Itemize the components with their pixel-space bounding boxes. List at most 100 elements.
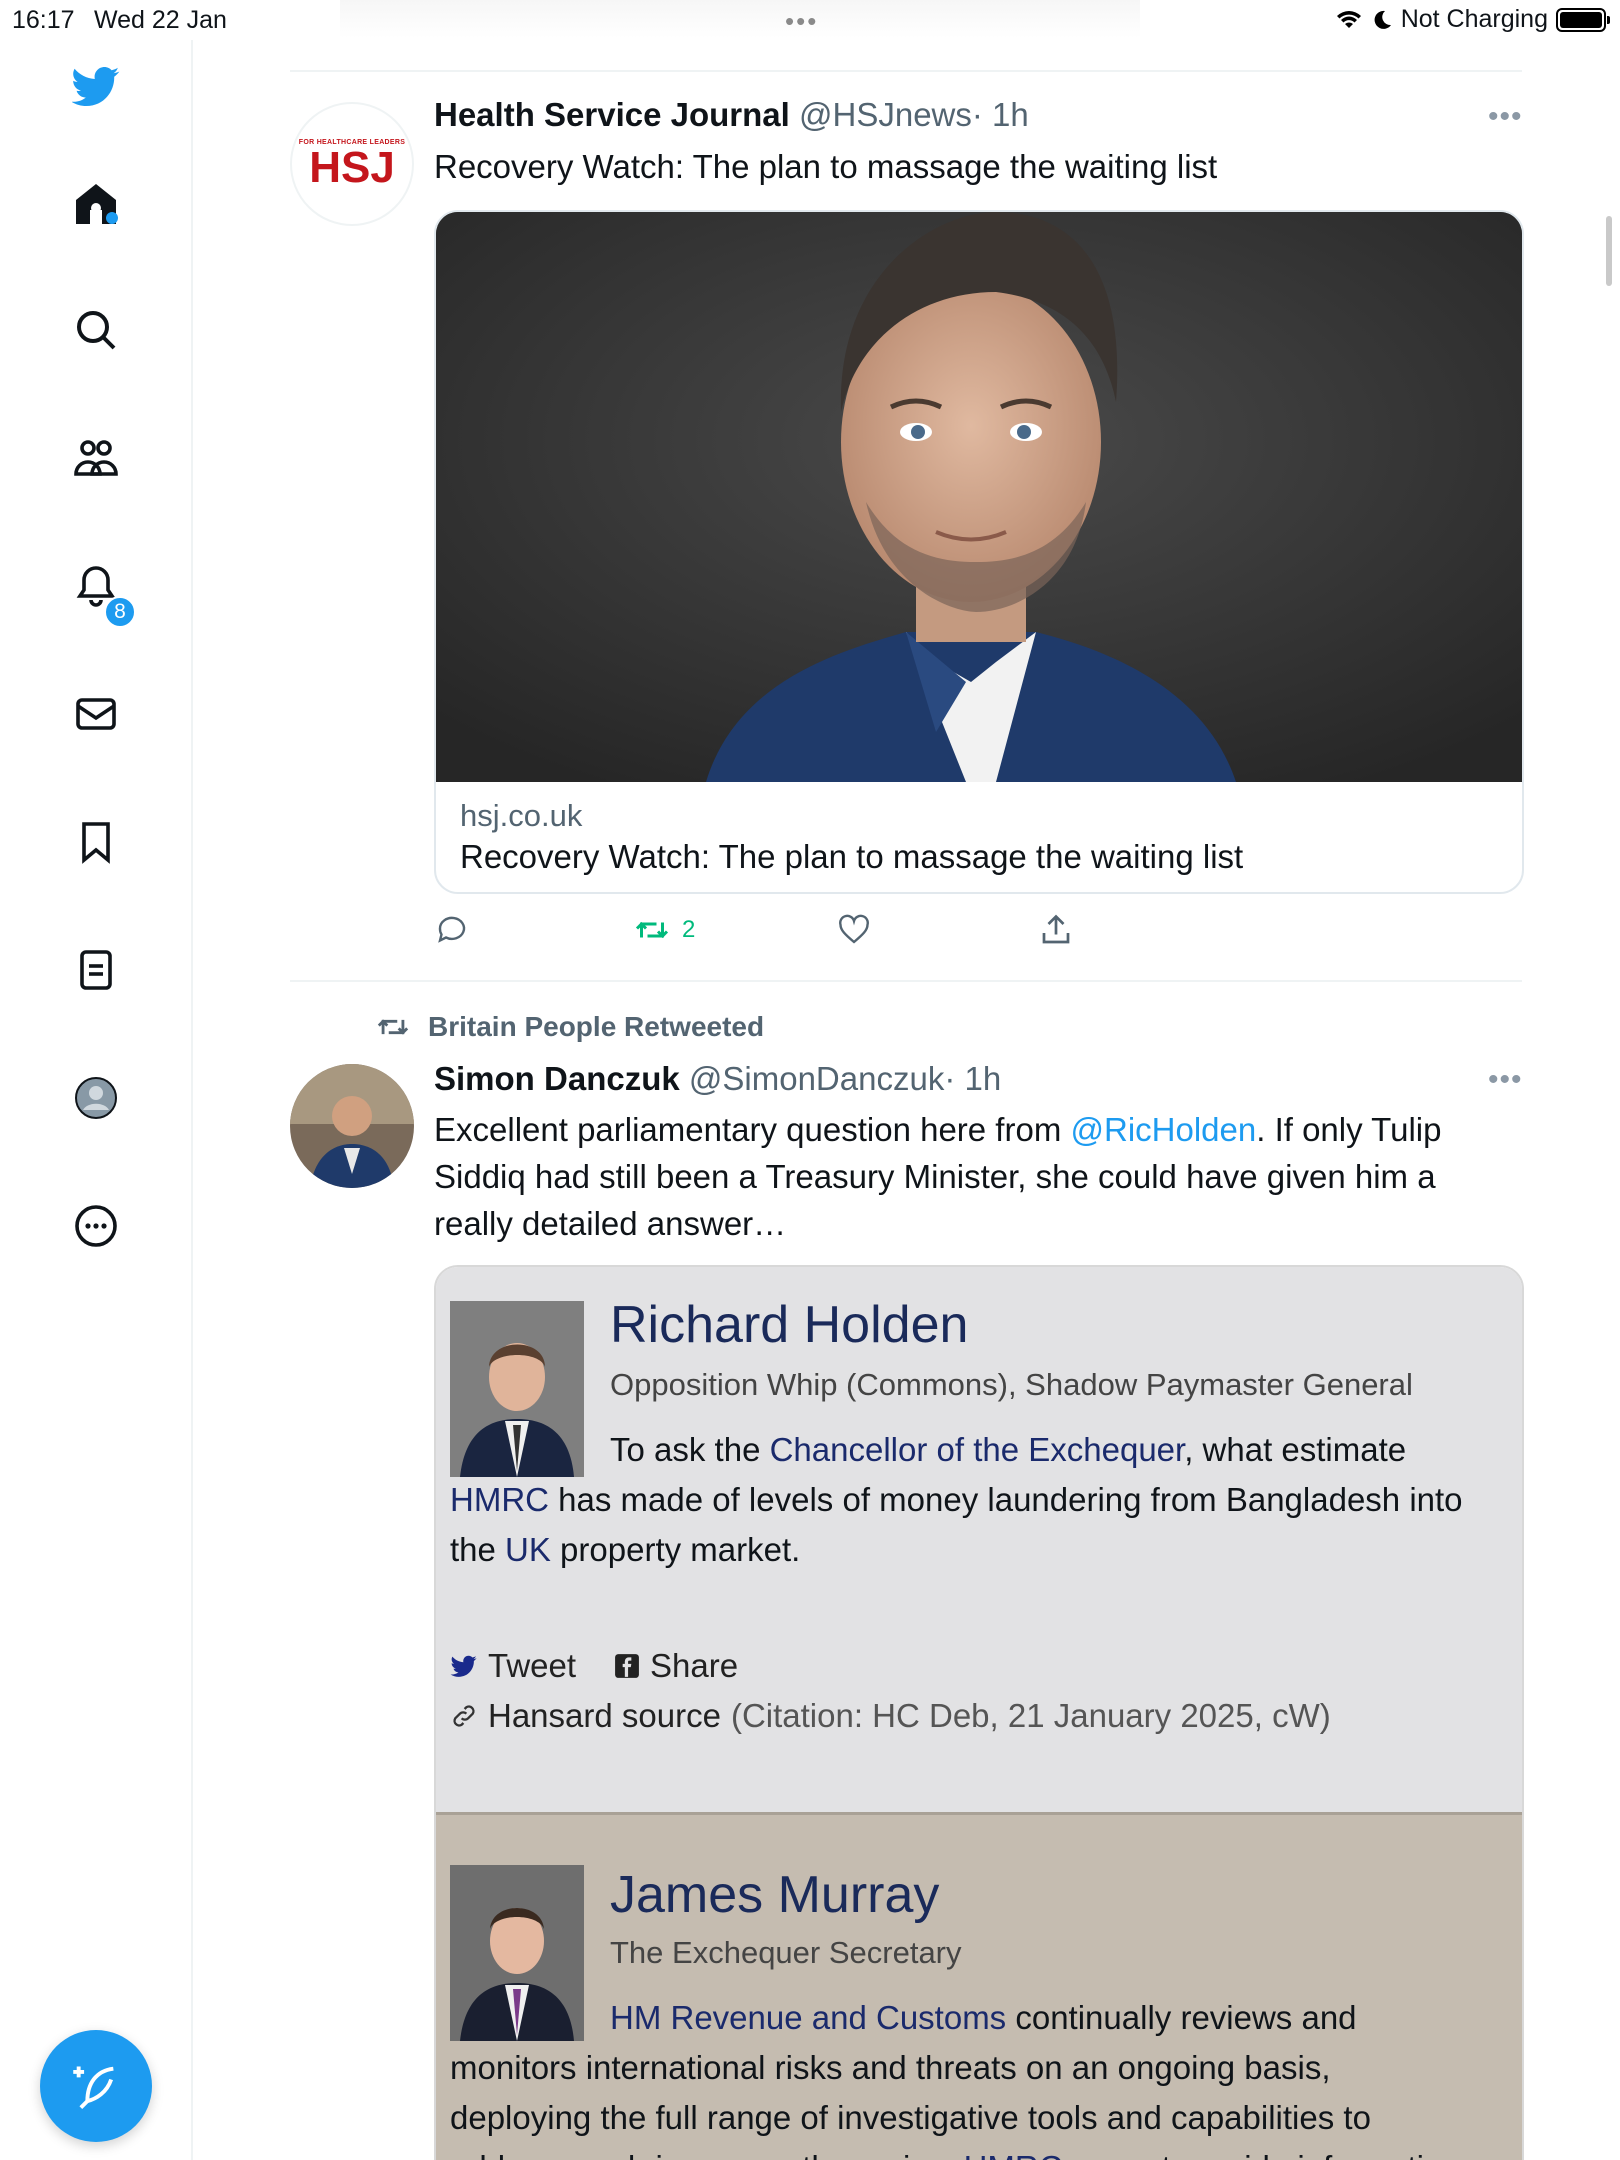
tweet-text: Excellent parliamentary question here fr… — [434, 1106, 1442, 1247]
questioner-name[interactable]: Richard Holden — [610, 1295, 968, 1355]
status-date: Wed 22 Jan — [94, 6, 227, 34]
hmrc-link[interactable]: HM Revenue and Customs — [610, 1999, 1006, 2036]
status-bar: 16:17 Wed 22 Jan ••• Not Charging — [0, 0, 1620, 40]
card-image — [436, 212, 1522, 782]
share-button[interactable] — [1038, 912, 1074, 948]
divider — [290, 70, 1522, 72]
tweet-header: Simon Danczuk @SimonDanczuk· 1h — [434, 1060, 1001, 1098]
card-domain: hsj.co.uk — [460, 798, 583, 833]
status-right: Not Charging — [1335, 5, 1610, 34]
sidebar: 8 — [0, 40, 193, 2160]
more-options-icon[interactable] — [68, 1198, 124, 1254]
share-icon — [1042, 914, 1070, 944]
facebook-share-link[interactable]: Share — [650, 1647, 738, 1685]
communities-icon[interactable] — [68, 430, 124, 486]
twitter-bird-icon[interactable] — [68, 58, 124, 114]
tweet-more-icon[interactable]: ••• — [1488, 1063, 1523, 1097]
question-text-line: HMRC has made of levels of money launder… — [450, 1475, 1463, 1525]
top-bar-blur — [340, 0, 1140, 38]
card-title: Recovery Watch: The plan to massage the … — [460, 838, 1244, 875]
retweet-icon — [377, 1019, 409, 1035]
notifications-badge: 8 — [104, 596, 136, 628]
answer-text: HM Revenue and Customs continually revie… — [610, 1993, 1357, 2043]
lists-icon[interactable] — [68, 942, 124, 998]
citation-text: (Citation: HC Deb, 21 January 2025, cW) — [730, 1697, 1331, 1734]
retweet-button[interactable]: 2 — [634, 912, 695, 948]
tweet-time: · 1h — [944, 1060, 1002, 1097]
answer-text-line: address such issues as they arise. HMRC … — [450, 2143, 1461, 2160]
retweet-icon — [635, 921, 669, 939]
battery-icon — [1556, 7, 1610, 32]
tweet-text-part: . If only Tulip — [1256, 1111, 1442, 1148]
tweet-text: Recovery Watch: The plan to massage the … — [434, 148, 1218, 185]
hansard-embed[interactable]: Richard Holden Opposition Whip (Commons)… — [434, 1265, 1524, 2160]
tweet-share-link[interactable]: Tweet — [488, 1647, 576, 1685]
bookmark-icon[interactable] — [68, 814, 124, 870]
question-text-part: property market. — [550, 1531, 801, 1568]
like-button[interactable] — [836, 912, 872, 948]
retweet-count: 2 — [682, 916, 696, 943]
scrollbar[interactable] — [1606, 216, 1612, 286]
question-section: Richard Holden Opposition Whip (Commons)… — [436, 1267, 1522, 1812]
retweeted-by-text[interactable]: Britain People Retweeted — [428, 1011, 764, 1043]
chancellor-link[interactable]: Chancellor of the Exchequer — [770, 1431, 1185, 1468]
author-handle[interactable]: @HSJnews — [799, 96, 972, 133]
answer-text-part: address such issues as they arise. — [450, 2149, 964, 2160]
tweet-header: Health Service Journal @HSJnews· 1h — [434, 96, 1029, 134]
answer-text-part: cannot provide information — [1063, 2149, 1461, 2160]
heart-icon — [839, 914, 869, 944]
question-text: To ask the Chancellor of the Exchequer, … — [610, 1425, 1406, 1475]
author-name[interactable]: Simon Danczuk — [434, 1060, 680, 1097]
status-time: 16:17 — [12, 6, 75, 34]
question-text-part: has made of levels of money laundering f… — [548, 1481, 1463, 1518]
question-text-part: , what estimate — [1184, 1431, 1407, 1468]
tweet-actions: 2 — [434, 912, 1524, 956]
uk-link[interactable]: UK — [505, 1531, 551, 1568]
tweet-text-part: Excellent parliamentary question here fr… — [434, 1111, 1071, 1148]
home-icon[interactable] — [68, 176, 124, 232]
holden-portrait — [450, 1301, 584, 1477]
hsj-avatar-logo: HSJ — [309, 142, 395, 192]
hmrc-link[interactable]: HMRC — [964, 2149, 1063, 2160]
battery-text: Not Charging — [1400, 5, 1548, 33]
answer-text-line: deploying the full range of investigativ… — [450, 2099, 1371, 2136]
answer-text-part: continually reviews and — [1006, 1999, 1357, 2036]
twitter-bird-icon — [450, 1655, 477, 1677]
hansard-source-row: Hansard source (Citation: HC Deb, 21 Jan… — [450, 1697, 1331, 1735]
search-icon[interactable] — [68, 302, 124, 358]
facebook-icon — [615, 1654, 639, 1678]
messages-envelope-icon[interactable] — [68, 686, 124, 742]
moon-icon — [1374, 10, 1391, 29]
tweet-time: · 1h — [971, 96, 1029, 133]
hsj-avatar[interactable]: FOR HEALTHCARE LEADERS HSJ — [290, 102, 414, 226]
tweet-text-line: Siddiq had still been a Treasury Ministe… — [434, 1158, 1436, 1195]
author-name[interactable]: Health Service Journal — [434, 96, 790, 133]
question-text-line: the UK property market. — [450, 1525, 800, 1575]
murray-portrait — [450, 1865, 584, 2041]
tweet-text-line: really detailed answer… — [434, 1205, 787, 1242]
link-card[interactable]: hsj.co.uk Recovery Watch: The plan to ma… — [434, 210, 1524, 894]
answerer-name[interactable]: James Murray — [610, 1865, 939, 1925]
mention-link[interactable]: @RicHolden — [1070, 1111, 1256, 1148]
home-unread-dot — [106, 212, 118, 224]
question-text-part: the — [450, 1531, 506, 1568]
retweeted-by-line: Britain People Retweeted — [374, 1010, 764, 1044]
tweet-more-icon[interactable]: ••• — [1488, 100, 1523, 134]
compose-tweet-button[interactable] — [40, 2030, 152, 2142]
questioner-role: Opposition Whip (Commons), Shadow Paymas… — [610, 1367, 1413, 1402]
hansard-source-link[interactable]: Hansard source — [488, 1697, 721, 1735]
reply-icon — [438, 916, 466, 943]
hmrc-link[interactable]: HMRC — [450, 1481, 549, 1518]
compose-feather-icon — [73, 2066, 114, 2110]
wifi-icon — [1336, 10, 1361, 28]
profile-avatar-icon[interactable] — [68, 1070, 124, 1126]
answer-text-line: monitors international risks and threats… — [450, 2049, 1331, 2086]
answer-section: James Murray The Exchequer Secretary HM … — [436, 1812, 1522, 2160]
question-text-part: To ask the — [610, 1431, 770, 1468]
divider — [290, 980, 1522, 982]
danczuk-avatar[interactable] — [290, 1064, 414, 1188]
multitask-dots[interactable]: ••• — [785, 6, 818, 37]
reply-button[interactable] — [434, 912, 470, 948]
portrait-photo — [436, 212, 1522, 782]
author-handle[interactable]: @SimonDanczuk — [689, 1060, 944, 1097]
